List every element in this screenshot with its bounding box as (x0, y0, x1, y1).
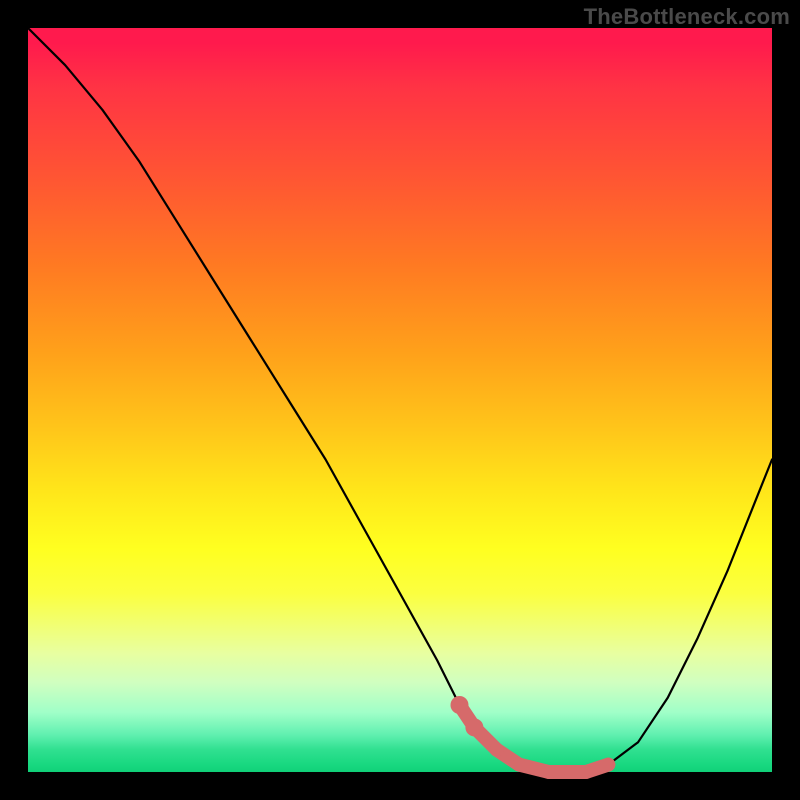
optimal-marker-dot (564, 765, 578, 779)
bottleneck-curve (28, 28, 772, 772)
chart-frame: TheBottleneck.com (0, 0, 800, 800)
watermark-text: TheBottleneck.com (584, 4, 790, 30)
optimal-marker-dot (542, 765, 556, 779)
optimal-marker-dot (490, 743, 504, 757)
optimal-band-markers (460, 705, 609, 772)
optimal-marker-dot (601, 758, 615, 772)
optimal-marker-dot (465, 718, 483, 736)
optimal-marker-dot (512, 758, 526, 772)
chart-svg (28, 28, 772, 772)
optimal-marker-dot (579, 765, 593, 779)
optimal-marker-dot (451, 696, 469, 714)
